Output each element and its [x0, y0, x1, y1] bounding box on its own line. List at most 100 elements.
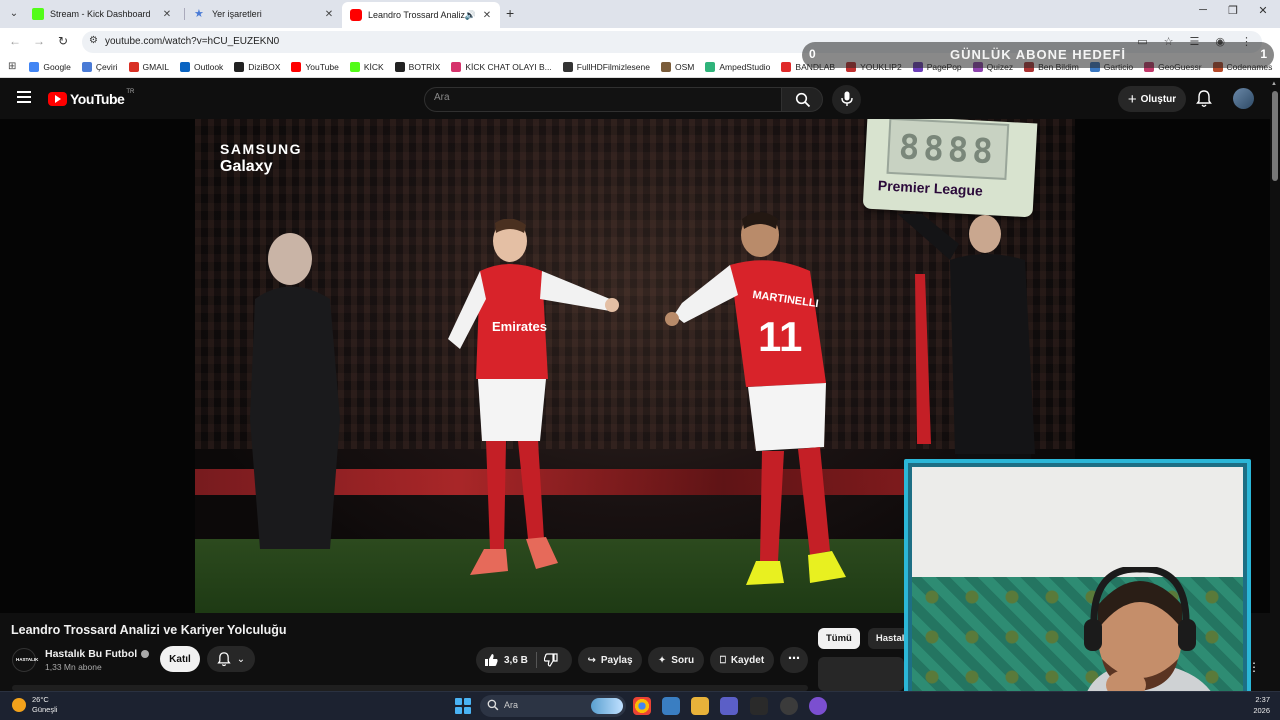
close-window-button[interactable]: ✕ — [1248, 4, 1278, 17]
substitution-board: 8888 Premier League — [862, 119, 1038, 218]
sponsor-line1: SAMSUNG — [220, 141, 303, 157]
tab-kick-dashboard[interactable]: Stream - Kick Dashboard ✕ — [24, 3, 180, 25]
weather-widget[interactable]: 26°C Güneşli — [12, 695, 57, 715]
youtube-logo[interactable]: YouTube TR — [48, 89, 134, 107]
search-highlight-icon — [591, 698, 623, 714]
user-avatar[interactable] — [1233, 88, 1254, 109]
bookmark-item[interactable]: Çeviri — [81, 61, 118, 72]
bookmark-item[interactable]: BOTRİX — [394, 61, 441, 72]
sponsor-watermark: SAMSUNG Galaxy — [220, 141, 302, 176]
streaming-app-taskbar-icon[interactable] — [780, 697, 798, 715]
ask-button[interactable]: ✦ Soru — [648, 647, 704, 673]
create-label: Oluştur — [1140, 93, 1177, 105]
bookmark-label: AmpedStudio — [719, 61, 771, 72]
subscriber-goal-overlay: 0 GÜNLÜK ABONE HEDEFİ 1 — [802, 42, 1274, 68]
photos-taskbar-icon[interactable] — [662, 697, 680, 715]
reload-icon[interactable]: ↻ — [55, 34, 71, 48]
bookmark-favicon-icon — [234, 61, 245, 72]
bookmark-item[interactable]: YouTube — [291, 61, 339, 72]
verified-icon — [141, 650, 150, 658]
board-digits: 8888 — [886, 119, 1010, 180]
page-scrollbar[interactable]: ▲ — [1270, 79, 1280, 697]
bookmark-label: OSM — [675, 61, 695, 72]
bookmark-item[interactable]: AmpedStudio — [705, 61, 771, 72]
notifications-bell-icon[interactable] — [1196, 90, 1212, 108]
bookmark-item[interactable]: Outlook — [180, 61, 224, 72]
bookmark-favicon-icon — [451, 61, 462, 72]
bookmark-item[interactable]: KİCK CHAT OLAYI B... — [451, 61, 552, 72]
system-clock[interactable]: 2:37 2026 — [1250, 694, 1270, 716]
epic-games-taskbar-icon[interactable] — [750, 697, 768, 715]
like-button[interactable]: 3,6 B — [484, 647, 528, 673]
bell-icon — [217, 651, 231, 666]
tab-bookmarks[interactable]: ★ Yer işaretleri ✕ — [186, 3, 342, 25]
bookmark-item[interactable]: KİCK — [349, 61, 384, 72]
menu-icon[interactable] — [17, 91, 31, 103]
tab-youtube-video[interactable]: Leandro Trossard Analizi ve 🔊 ✕ — [342, 2, 500, 28]
speaker-icon[interactable]: 🔊 — [465, 10, 476, 21]
bookmark-label: Outlook — [194, 61, 224, 72]
back-arrow-icon[interactable]: ← — [7, 34, 23, 48]
scrollbar-thumb[interactable] — [1272, 91, 1278, 181]
teams-taskbar-icon[interactable] — [720, 697, 738, 715]
channel-avatar[interactable]: HASTALIK — [12, 648, 38, 672]
save-button[interactable]: ⎕ Kaydet — [710, 647, 774, 673]
search-input[interactable] — [434, 92, 764, 103]
close-tab-icon[interactable]: ✕ — [322, 9, 336, 20]
tab-strip: ⌄ Stream - Kick Dashboard ✕ ★ Yer işaret… — [0, 0, 1280, 28]
bookmark-label: YouTube — [305, 61, 339, 72]
site-info-icon[interactable]: ⚙ — [89, 35, 98, 46]
taskbar-search-placeholder: Ara — [504, 700, 519, 710]
tab-title: Yer işaretleri — [212, 9, 262, 19]
recommended-video-thumbnail[interactable] — [818, 657, 904, 691]
bookmark-favicon-icon — [394, 61, 405, 72]
more-actions-button[interactable]: ⋯ — [780, 647, 808, 673]
thumbs-down-icon[interactable] — [544, 653, 558, 667]
url-text[interactable]: youtube.com/watch?v=hCU_EUZEKN0 — [105, 36, 279, 47]
bookmark-icon: ⎕ — [719, 654, 726, 666]
bookmark-item[interactable]: Google — [29, 61, 71, 72]
apps-grid-icon[interactable]: ⊞ — [8, 61, 16, 72]
ask-label: Soru — [671, 654, 695, 666]
close-tab-icon[interactable]: ✕ — [480, 10, 494, 21]
maximize-button[interactable]: ❐ — [1218, 4, 1248, 17]
bookmark-item[interactable]: DiziBOX — [234, 61, 280, 72]
minimize-button[interactable]: ─ — [1188, 4, 1218, 16]
bookmark-item[interactable]: OSM — [661, 61, 695, 72]
youtube-play-icon — [48, 92, 67, 106]
sparkle-icon: ✦ — [657, 654, 667, 666]
chrome-taskbar-icon[interactable] — [633, 697, 651, 715]
channel-name[interactable]: Hastalık Bu Futbol — [45, 648, 137, 660]
close-tab-icon[interactable]: ✕ — [160, 9, 174, 20]
bookmark-favicon-icon — [562, 61, 573, 72]
new-tab-button[interactable]: + — [506, 5, 514, 21]
file-explorer-taskbar-icon[interactable] — [691, 697, 709, 715]
bookmark-item[interactable]: FullHDFilmizlesene — [562, 61, 650, 72]
youtube-favicon-icon — [350, 9, 362, 21]
sun-icon — [12, 698, 26, 712]
star-icon: ★ — [194, 8, 204, 20]
channel-name-row[interactable]: Hastalık Bu Futbol — [45, 648, 150, 660]
windows-start-icon[interactable] — [455, 698, 471, 714]
scroll-up-arrow-icon[interactable]: ▲ — [1271, 81, 1277, 87]
tab-separator — [184, 8, 185, 20]
search-button[interactable] — [781, 87, 823, 112]
taskbar-search[interactable]: Ara — [480, 695, 626, 717]
chip-all[interactable]: Tümü — [818, 628, 860, 649]
forward-arrow-icon[interactable]: → — [31, 34, 47, 48]
bookmark-item[interactable]: GMAIL — [128, 61, 169, 72]
discord-taskbar-icon[interactable] — [809, 697, 827, 715]
subscription-bell-button[interactable]: ⌄ — [207, 646, 255, 672]
search-box — [424, 87, 782, 112]
share-button[interactable]: ↪ Paylaş — [578, 647, 642, 673]
tab-search-button[interactable]: ⌄ — [6, 6, 22, 22]
voice-search-button[interactable] — [832, 85, 861, 114]
svg-text:11: 11 — [758, 313, 802, 360]
video-info: Leandro Trossard Analizi ve Kariyer Yolc… — [0, 613, 904, 697]
bookmark-label: BOTRİX — [408, 61, 441, 72]
join-button[interactable]: Katıl — [160, 646, 200, 672]
chevron-down-icon: ⌄ — [236, 653, 246, 665]
create-button[interactable]: + Oluştur — [1118, 86, 1186, 112]
goal-target: 1 — [1260, 47, 1267, 61]
weather-condition: Güneşli — [32, 705, 58, 714]
